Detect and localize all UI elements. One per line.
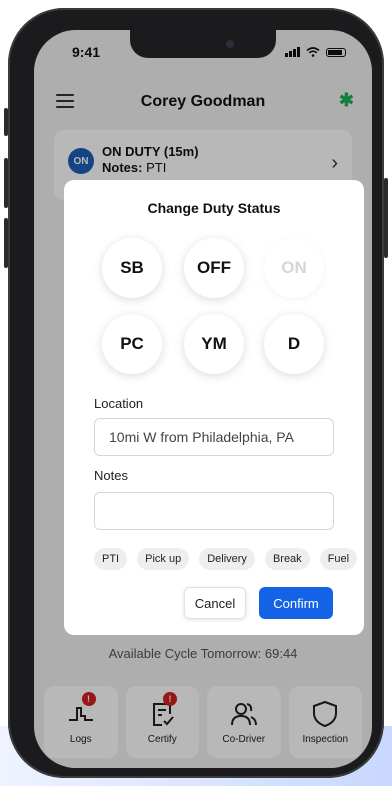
phone-frame: 9:41 Corey Goodman ✱ ON ON DUTY (15m) No… — [4, 8, 388, 778]
dialog-title: Change Duty Status — [147, 200, 281, 216]
status-sb-button[interactable]: SB — [102, 238, 162, 298]
mute-switch — [4, 108, 8, 136]
change-duty-status-dialog: Change Duty Status SB OFF ON PC YM D Loc… — [64, 180, 364, 635]
cancel-button[interactable]: Cancel — [184, 587, 246, 619]
app-screen: 9:41 Corey Goodman ✱ ON ON DUTY (15m) No… — [34, 30, 372, 768]
notes-field[interactable] — [94, 492, 334, 530]
chip-fuel[interactable]: Fuel — [319, 548, 358, 570]
status-on-button: ON — [264, 238, 324, 298]
volume-up-button — [4, 158, 8, 208]
notes-label: Notes — [94, 468, 128, 483]
chip-pti[interactable]: PTI — [94, 548, 128, 570]
status-d-button[interactable]: D — [264, 314, 324, 374]
chip-pick-up[interactable]: Pick up — [137, 548, 190, 570]
status-ym-button[interactable]: YM — [184, 314, 244, 374]
notch — [130, 30, 276, 58]
location-label: Location — [94, 396, 144, 411]
volume-down-button — [4, 218, 8, 268]
status-pc-button[interactable]: PC — [102, 314, 162, 374]
location-field[interactable]: 10mi W from Philadelphia, PA — [94, 418, 334, 456]
power-button — [384, 178, 388, 258]
status-off-button[interactable]: OFF — [184, 238, 244, 298]
chip-break[interactable]: Break — [264, 548, 310, 570]
camera-icon — [226, 40, 234, 48]
quick-note-chips: PTI Pick up Delivery Break Fuel S — [94, 548, 364, 570]
confirm-button[interactable]: Confirm — [259, 587, 333, 619]
chip-delivery[interactable]: Delivery — [199, 548, 255, 570]
